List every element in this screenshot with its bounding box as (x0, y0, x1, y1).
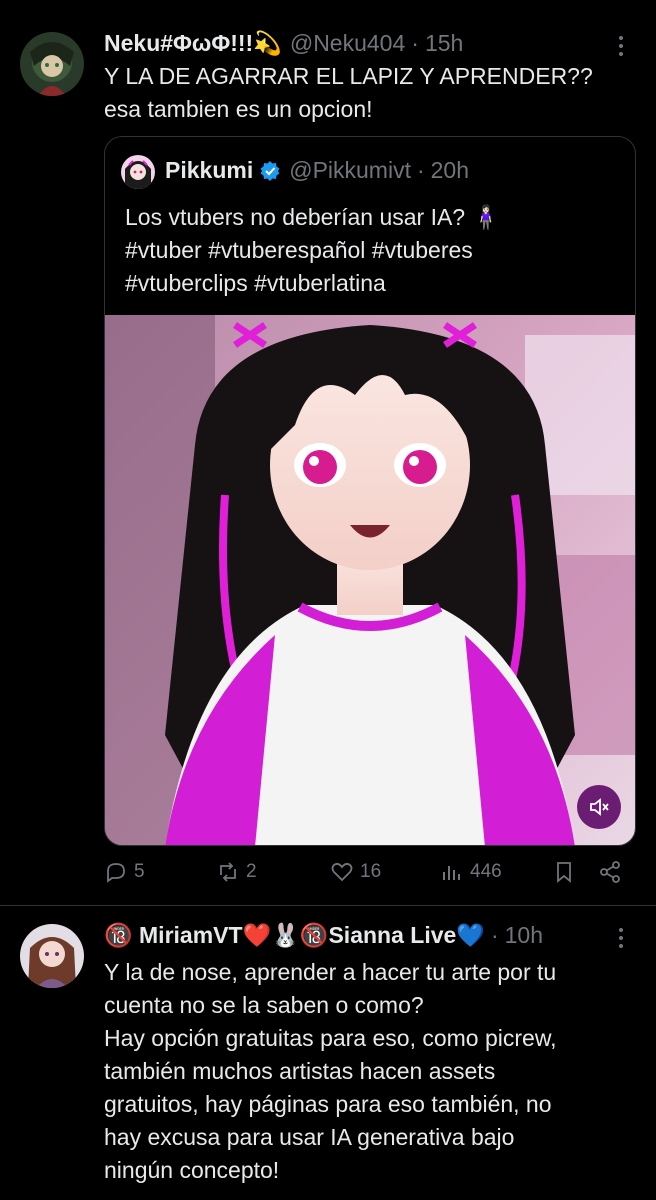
timestamp[interactable]: 10h (505, 922, 543, 949)
quoted-handle[interactable]: @Pikkumivt (289, 157, 411, 184)
display-name[interactable]: 🔞 MiriamVT❤️🐰🔞Sianna Live💙 (104, 922, 485, 949)
reply-count: 5 (134, 861, 145, 882)
quoted-tweet[interactable]: Pikkumi @Pikkumivt · 20h Los vtubers no … (104, 136, 636, 846)
views-button[interactable]: 446 (440, 860, 502, 884)
separator-dot: · (490, 922, 499, 948)
tweet-text: Y la de nose, aprender a hacer tu arte p… (104, 959, 557, 1183)
view-count: 446 (470, 861, 502, 882)
share-icon (600, 861, 620, 883)
like-count: 16 (360, 861, 382, 882)
quoted-text: Los vtubers no deberían usar IA? 🧍🏻‍♀️ #… (125, 204, 501, 296)
separator-dot: · (416, 157, 425, 183)
views-icon (443, 866, 460, 880)
bookmark-icon (557, 862, 571, 883)
reply-button[interactable]: 5 (104, 860, 145, 884)
quoted-header: Pikkumi @Pikkumivt · 20h (165, 157, 469, 184)
quoted-timestamp[interactable]: 20h (431, 157, 469, 184)
bookmark-button[interactable] (552, 860, 576, 884)
retweet-count: 2 (246, 861, 257, 882)
timestamp[interactable]: 15h (425, 30, 463, 57)
share-button[interactable] (598, 860, 622, 884)
tweet-text: Y LA DE AGARRAR EL LAPIZ Y APRENDER?? es… (104, 63, 593, 122)
avatar-pikkumi[interactable] (121, 155, 155, 189)
avatar-neku[interactable] (20, 32, 84, 96)
tweet-header: 🔞 MiriamVT❤️🐰🔞Sianna Live💙 · 10h (104, 922, 543, 949)
quoted-display-name[interactable]: Pikkumi (165, 157, 253, 184)
verified-badge-icon (259, 160, 281, 182)
retweet-button[interactable]: 2 (216, 860, 257, 884)
user-handle[interactable]: @Neku404 (290, 30, 405, 57)
more-icon[interactable] (612, 36, 630, 56)
reply-icon (107, 863, 125, 883)
like-button[interactable]: 16 (330, 860, 381, 884)
tweet-header: Neku#ΦωΦ!!!💫 @Neku404 · 15h (104, 30, 463, 57)
avatar-miriam[interactable] (20, 924, 84, 988)
tweet-neku[interactable]: Neku#ΦωΦ!!!💫 @Neku404 · 15h Y LA DE AGAR… (0, 0, 656, 906)
separator-dot: · (411, 30, 419, 56)
display-name[interactable]: Neku#ΦωΦ!!!💫 (104, 30, 282, 57)
action-bar: 5 2 16 446 (104, 860, 634, 890)
heart-icon (331, 862, 353, 882)
speaker-muted-icon[interactable] (577, 785, 621, 829)
more-icon[interactable] (612, 928, 630, 948)
video-thumbnail[interactable] (105, 315, 635, 845)
retweet-icon (220, 862, 236, 882)
